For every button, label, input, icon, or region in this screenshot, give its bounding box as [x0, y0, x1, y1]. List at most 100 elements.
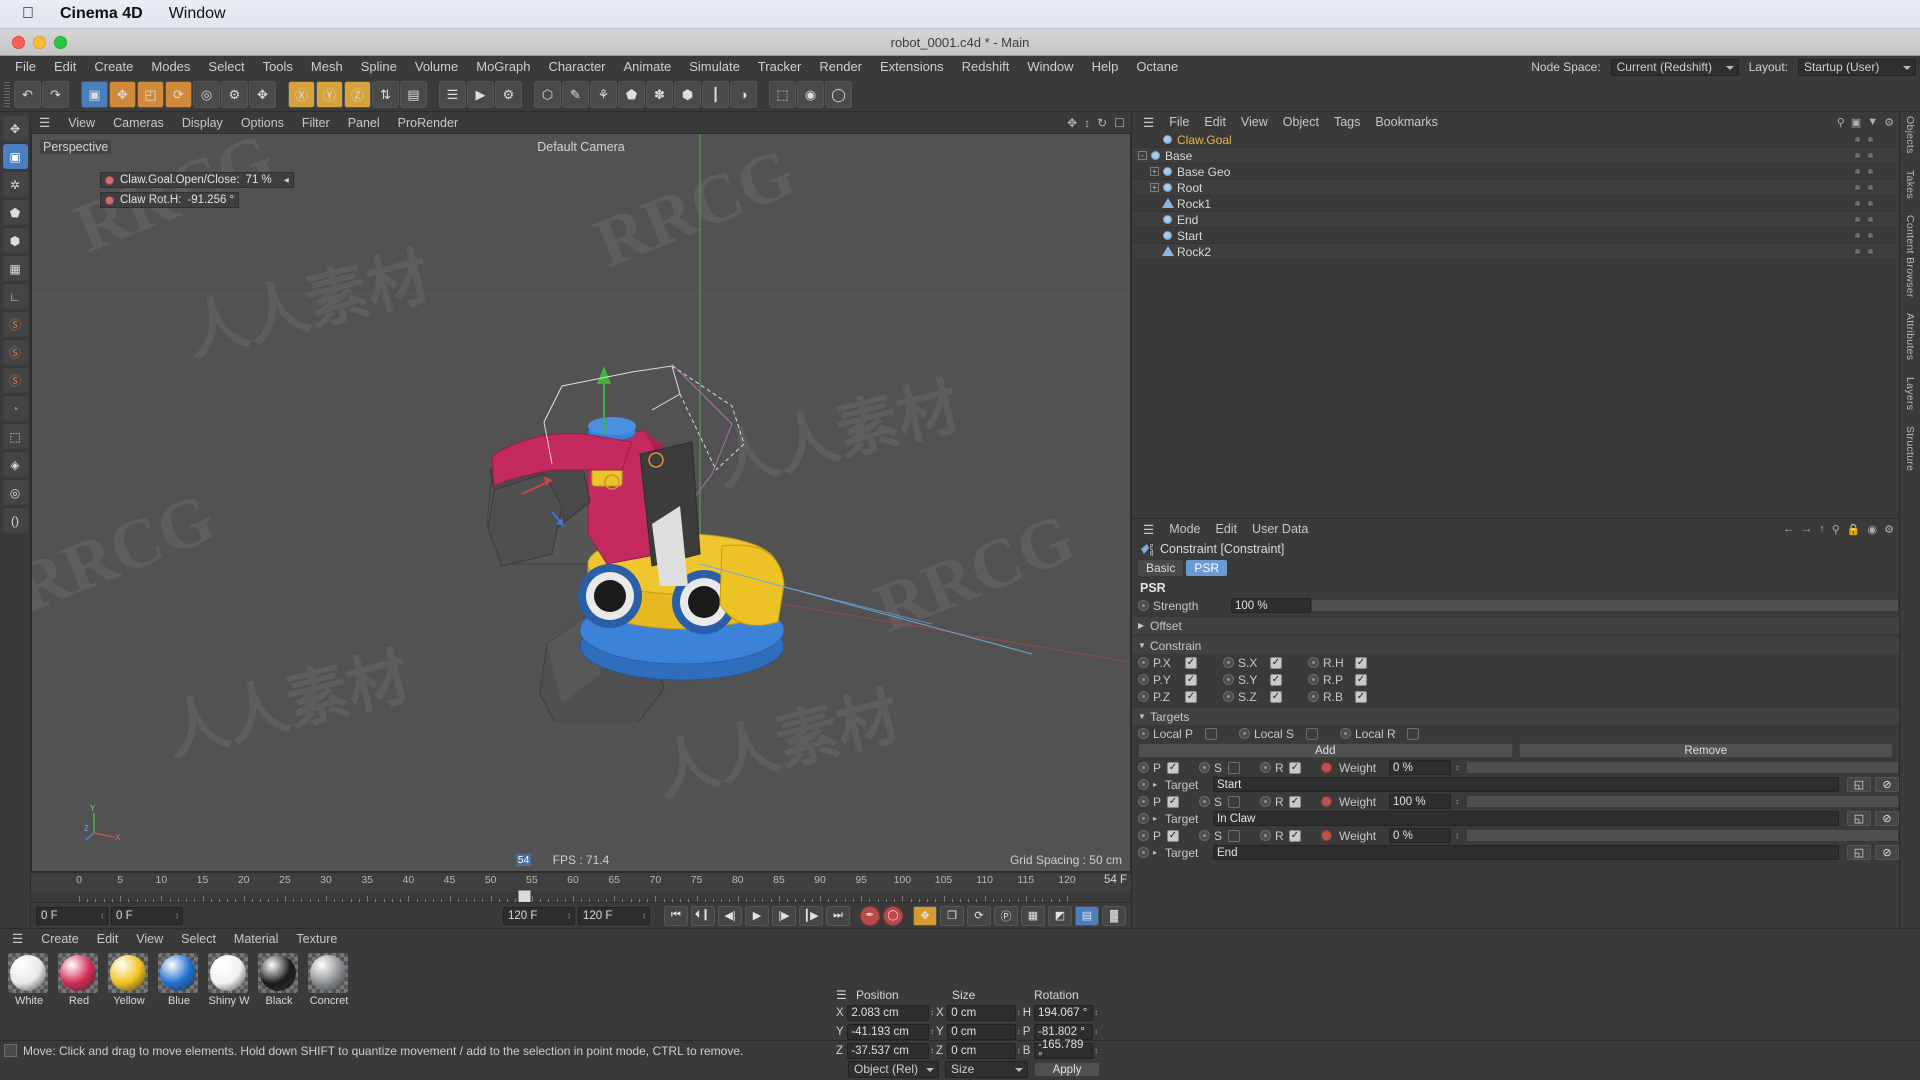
coordinate-input-pz[interactable]: -37.537 cm: [847, 1042, 929, 1059]
visibility-render-dot[interactable]: [1868, 169, 1873, 174]
viewport-menu-prorender[interactable]: ProRender: [390, 116, 466, 130]
visibility-dots[interactable]: [1855, 249, 1873, 254]
visibility-dots[interactable]: [1855, 137, 1873, 142]
chevron-down-icon[interactable]: ▼: [1138, 641, 1146, 650]
visibility-render-dot[interactable]: [1868, 201, 1873, 206]
toolbar-button-7[interactable]: ◎: [193, 81, 220, 108]
toolbar-button-18[interactable]: ▶: [467, 81, 494, 108]
menu-item-animate[interactable]: Animate: [615, 56, 681, 78]
prev-frame-button[interactable]: ◀|: [718, 905, 742, 926]
expander-icon[interactable]: -: [1138, 151, 1147, 160]
os-window-menu[interactable]: Window: [169, 5, 226, 23]
palette-button-2[interactable]: ✲: [2, 172, 28, 197]
object-manager-hamburger-icon[interactable]: ☰: [1136, 115, 1161, 130]
target-clear-icon[interactable]: ⊘: [1875, 845, 1899, 860]
target-link-anim-dot-icon[interactable]: [1138, 813, 1149, 824]
visibility-editor-dot[interactable]: [1855, 217, 1860, 222]
keyframe-selection-toggle[interactable]: ◩: [1048, 905, 1072, 926]
toolbar-button-23[interactable]: ⚘: [590, 81, 617, 108]
material-menu-select[interactable]: Select: [173, 932, 224, 946]
timeline-end-stepper-icon[interactable]: ↕: [175, 911, 179, 920]
chevron-right-icon[interactable]: ▸: [1153, 780, 1161, 789]
expander-icon[interactable]: +: [1150, 167, 1159, 176]
visibility-editor-dot[interactable]: [1855, 153, 1860, 158]
weight-slider[interactable]: [1466, 761, 1899, 774]
palette-button-0[interactable]: ✥: [2, 116, 28, 141]
constrain-s-anim-dot-icon[interactable]: [1223, 674, 1234, 685]
add-target-button[interactable]: Add: [1138, 743, 1513, 758]
viewport-hamburger-icon[interactable]: ☰: [31, 115, 58, 130]
material-preview[interactable]: [208, 953, 248, 993]
coordinate-input-px[interactable]: 2.083 cm: [847, 1004, 929, 1021]
toolbar-button-5[interactable]: ◰: [137, 81, 164, 108]
palette-button-10[interactable]: ◔: [2, 396, 28, 421]
toolbar-button-30[interactable]: ⬚: [769, 81, 796, 108]
palette-button-4[interactable]: ⬢: [2, 228, 28, 253]
node-space-select[interactable]: Current (Redshift): [1610, 58, 1739, 76]
material-preview[interactable]: [258, 953, 298, 993]
move-view-icon[interactable]: ✥: [1067, 116, 1077, 130]
coordinate-stepper-icon[interactable]: ↕: [1094, 1027, 1098, 1036]
key-position-toggle[interactable]: ✥: [913, 905, 937, 926]
material-preview[interactable]: [158, 953, 198, 993]
target-weight-input[interactable]: 0 %: [1389, 828, 1451, 843]
weight-stepper-icon[interactable]: ↕: [1455, 831, 1459, 840]
object-menu-file[interactable]: File: [1162, 115, 1196, 129]
palette-button-9[interactable]: Ⓢ: [2, 368, 28, 393]
toolbar-grip[interactable]: [4, 81, 10, 108]
next-frame-button[interactable]: |▶: [772, 905, 796, 926]
palette-button-5[interactable]: ▦: [2, 256, 28, 281]
toolbar-button-25[interactable]: ✽: [646, 81, 673, 108]
material-menu-view[interactable]: View: [128, 932, 171, 946]
menu-item-select[interactable]: Select: [199, 56, 253, 78]
coordinate-size-select[interactable]: Size: [944, 1061, 1028, 1078]
target-s-checkbox[interactable]: [1228, 829, 1240, 842]
object-name[interactable]: Base: [1165, 149, 1192, 163]
object-menu-edit[interactable]: Edit: [1197, 115, 1233, 129]
coordinate-mode-select[interactable]: Object (Rel): [848, 1061, 939, 1078]
local-1-checkbox[interactable]: [1306, 727, 1318, 740]
toolbar-button-11[interactable]: Ⓧ: [288, 81, 315, 108]
target-weight-input[interactable]: 0 %: [1389, 760, 1451, 775]
material-item[interactable]: Red: [58, 953, 100, 1007]
material-item[interactable]: Black: [258, 953, 300, 1007]
menu-item-tools[interactable]: Tools: [254, 56, 302, 78]
constrain-r-checkbox[interactable]: ✓: [1355, 656, 1367, 669]
settings-icon[interactable]: ⚙: [1884, 523, 1894, 536]
key-point-toggle[interactable]: ▦: [1021, 905, 1045, 926]
coordinate-input-sy[interactable]: 0 cm: [947, 1023, 1016, 1040]
prev-key-button[interactable]: ⏴┃: [691, 905, 715, 926]
palette-button-12[interactable]: ◈: [2, 452, 28, 477]
toolbar-button-31[interactable]: ◉: [797, 81, 824, 108]
toolbar-button-26[interactable]: ⬢: [674, 81, 701, 108]
constrain-p-anim-dot-icon[interactable]: [1138, 674, 1149, 685]
visibility-render-dot[interactable]: [1868, 217, 1873, 222]
coordinate-hamburger-icon[interactable]: ☰: [836, 988, 856, 1002]
timeline-ruler[interactable]: 0 5 10 15 20 25 30 35 40 45 50 55 60 65 70 75 80 85 90 95 10…: [31, 854, 1131, 892]
object-menu-tags[interactable]: Tags: [1327, 115, 1367, 129]
toolbar-button-0[interactable]: ↶: [14, 81, 41, 108]
chevron-right-icon[interactable]: ▶: [1138, 621, 1146, 630]
material-menu-material[interactable]: Material: [226, 932, 286, 946]
target-s-checkbox[interactable]: [1228, 795, 1240, 808]
visibility-render-dot[interactable]: [1868, 137, 1873, 142]
targets-group-header[interactable]: ▼ Targets: [1132, 708, 1899, 725]
status-mode-icon[interactable]: [4, 1044, 17, 1057]
local-1-anim-dot-icon[interactable]: [1239, 728, 1250, 739]
constrain-p-checkbox[interactable]: ✓: [1185, 656, 1197, 669]
toolbar-button-15[interactable]: ▤: [400, 81, 427, 108]
constrain-p-anim-dot-icon[interactable]: [1138, 657, 1149, 668]
key-scale-toggle[interactable]: ❐: [940, 905, 964, 926]
menu-item-mograph[interactable]: MoGraph: [467, 56, 539, 78]
weight-stepper-icon[interactable]: ↕: [1455, 763, 1459, 772]
material-item[interactable]: Concret: [308, 953, 350, 1007]
toolbar-button-9[interactable]: ✥: [249, 81, 276, 108]
range-end-stepper-icon[interactable]: ↕: [642, 911, 646, 920]
viewport-3d[interactable]: RRCG 人人素材 RRCG 人人素材 RRCG RRCG 人人素材 人人素材 …: [31, 133, 1131, 872]
pin-icon[interactable]: ◉: [1868, 523, 1878, 536]
animation-mode-toggle[interactable]: ▤: [1075, 905, 1099, 926]
target-picker-icon[interactable]: ◱: [1847, 845, 1871, 860]
autokey-button[interactable]: ◯: [883, 905, 903, 926]
strength-slider[interactable]: [1311, 599, 1899, 612]
coordinate-stepper-icon[interactable]: ↕: [930, 1027, 934, 1036]
